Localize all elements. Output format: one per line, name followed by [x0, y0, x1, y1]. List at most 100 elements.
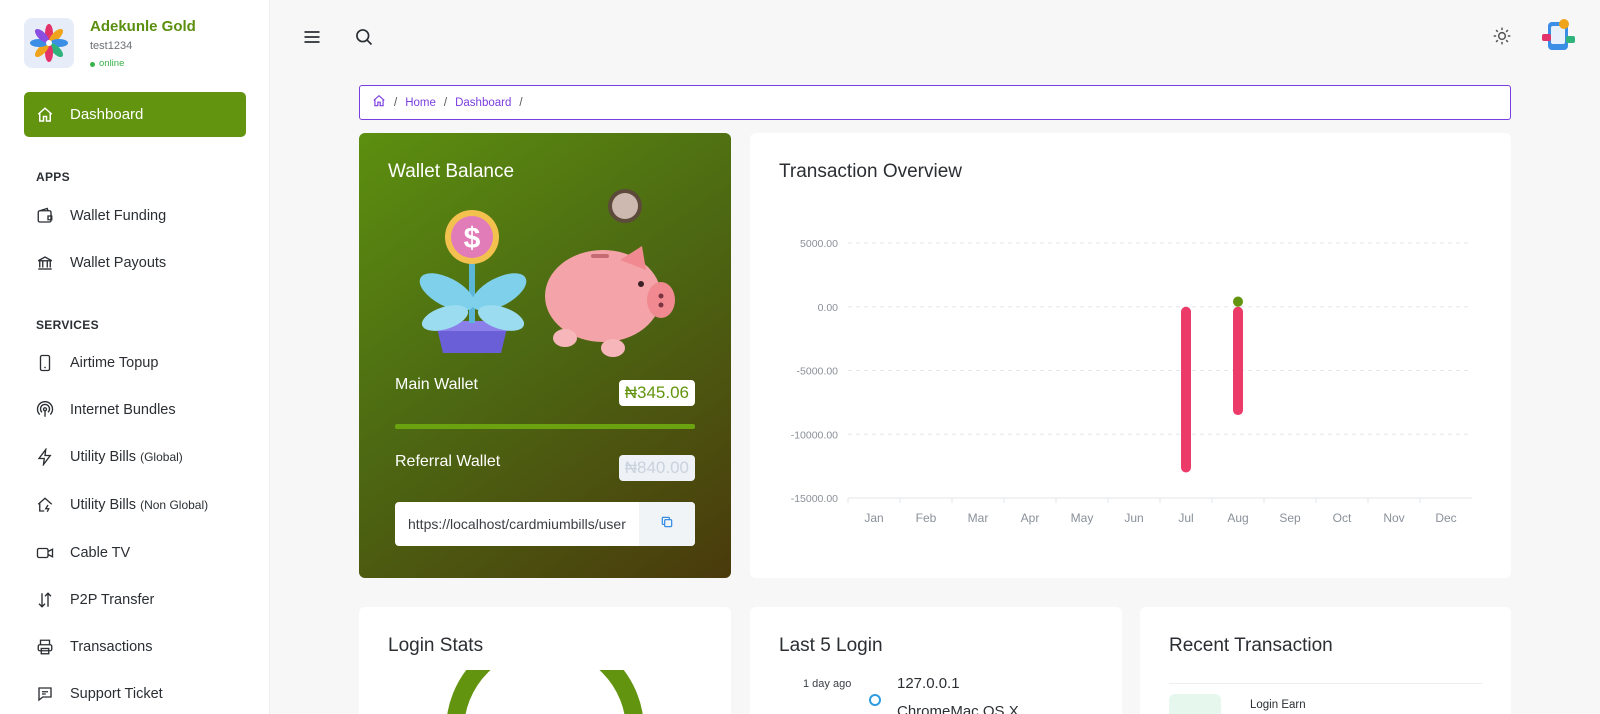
menu-toggle-icon[interactable] — [300, 25, 324, 49]
x-tick-label: May — [1071, 511, 1094, 525]
sidebar-item-label: Utility Bills (Global) — [70, 449, 183, 465]
flower-logo-icon — [30, 24, 68, 62]
sidebar-item-label: Cable TV — [70, 545, 131, 561]
profile-name: Adekunle Gold — [90, 18, 196, 35]
x-tick-label: Oct — [1333, 511, 1352, 525]
sidebar-item-label: Wallet Payouts — [70, 255, 167, 271]
wallet-title: Wallet Balance — [388, 161, 515, 182]
recent-transaction-card: Recent Transaction Login Earn — [1140, 607, 1511, 714]
login-ip: 127.0.0.1 — [897, 675, 960, 692]
sidebar-item-label: Internet Bundles — [70, 402, 176, 418]
sidebar-item-label: Utility Bills (Non Global) — [70, 497, 209, 513]
x-tick-label: Jul — [1178, 511, 1193, 525]
transaction-icon — [1169, 694, 1221, 714]
x-tick-label: Dec — [1435, 511, 1456, 525]
sidebar-item-support-ticket[interactable]: Support Ticket — [24, 675, 246, 713]
y-tick-label: -15000.00 — [791, 493, 838, 505]
sidebar-item-label: P2P Transfer — [70, 592, 155, 608]
chart-bar — [1233, 306, 1243, 416]
last-login-card: Last 5 Login 1 day ago 127.0.0.1 ChromeM… — [750, 607, 1122, 714]
wallet-icon — [36, 207, 54, 225]
sidebar-item-wallet-funding[interactable]: Wallet Funding — [24, 197, 246, 235]
chart-bar — [1233, 296, 1243, 307]
sidebar-item-utility-bills-non-global[interactable]: Utility Bills (Non Global) — [24, 486, 246, 524]
avatar[interactable] — [24, 18, 74, 68]
home-icon[interactable] — [372, 94, 386, 111]
x-tick-label: Feb — [916, 511, 937, 525]
chart-bar — [1181, 306, 1191, 473]
printer-icon — [36, 638, 54, 656]
search-icon[interactable] — [351, 24, 377, 50]
phone-icon — [36, 354, 54, 372]
home-bolt-icon — [36, 496, 54, 514]
status-badge: online — [90, 58, 196, 70]
x-tick-label: Mar — [968, 511, 989, 525]
avatar-illustration-icon — [1542, 19, 1575, 50]
user-avatar[interactable] — [1539, 15, 1579, 55]
svg-text:$: $ — [464, 222, 481, 255]
login-stats-donut — [447, 670, 643, 714]
sidebar-item-cable-tv[interactable]: Cable TV — [24, 534, 246, 572]
transaction-overview-card: Transaction Overview 5000.00 0.00 -5000.00… — [750, 133, 1511, 578]
login-device: ChromeMac OS X — [897, 703, 1019, 714]
video-icon — [36, 544, 54, 562]
sidebar-item-label: Wallet Funding — [70, 208, 167, 224]
breadcrumb: / Home / Dashboard / — [359, 85, 1511, 120]
sidebar-item-wallet-payouts[interactable]: Wallet Payouts — [24, 244, 246, 282]
home-icon — [36, 106, 54, 124]
transfer-arrows-icon — [36, 591, 54, 609]
y-tick-label: -10000.00 — [791, 429, 838, 441]
login-time: 1 day ago — [803, 678, 852, 690]
divider — [1169, 683, 1482, 684]
money-plant-piggy-bank-icon: $ — [419, 189, 675, 357]
bolt-icon — [36, 448, 54, 466]
user-profile: Adekunle Gold test1234 online — [24, 18, 196, 70]
bank-icon — [36, 254, 54, 272]
breadcrumb-home[interactable]: Home — [405, 97, 436, 109]
y-tick-label: -5000.00 — [797, 366, 839, 378]
copy-icon — [660, 515, 674, 534]
login-stats-card: Login Stats — [359, 607, 731, 714]
sidebar-item-label: Dashboard — [70, 106, 144, 123]
last-login-title: Last 5 Login — [779, 635, 883, 656]
sidebar-item-label: Airtime Topup — [70, 355, 159, 371]
x-tick-label: Sep — [1279, 511, 1301, 525]
sidebar-item-label: Support Ticket — [70, 686, 163, 702]
x-tick-label: Nov — [1383, 511, 1404, 525]
sidebar-item-transactions[interactable]: Transactions — [24, 628, 246, 666]
copy-link-button[interactable] — [639, 502, 695, 546]
status-dot-icon — [90, 61, 95, 67]
sidebar-item-p2p-transfer[interactable]: P2P Transfer — [24, 581, 246, 619]
theme-toggle-sun-icon[interactable] — [1489, 23, 1515, 49]
sidebar-item-internet-bundles[interactable]: Internet Bundles — [24, 391, 246, 429]
profile-username: test1234 — [90, 40, 133, 52]
section-title-services: SERVICES — [36, 318, 99, 332]
timeline-dot-icon — [869, 694, 881, 706]
x-tick-label: Jun — [1124, 511, 1143, 525]
recent-transaction-title: Recent Transaction — [1169, 635, 1333, 656]
main-wallet-label: Main Wallet — [395, 376, 478, 393]
breadcrumb-dashboard[interactable]: Dashboard — [455, 97, 511, 109]
main-wallet-amount: ₦345.06 — [618, 380, 695, 406]
sidebar: Adekunle Gold test1234 online Dashboard … — [0, 0, 270, 714]
sidebar-item-label: Transactions — [70, 639, 153, 655]
sidebar-item-dashboard[interactable]: Dashboard — [24, 92, 246, 137]
x-tick-label: Aug — [1227, 511, 1248, 525]
sidebar-item-airtime-topup[interactable]: Airtime Topup — [24, 344, 246, 382]
referral-link-field[interactable]: https://localhost/cardmiumbills/user — [395, 502, 695, 546]
transaction-label: Login Earn — [1250, 699, 1306, 711]
referral-link-text[interactable]: https://localhost/cardmiumbills/user — [395, 516, 639, 532]
referral-wallet-label: Referral Wallet — [395, 453, 501, 470]
sidebar-item-utility-bills-global[interactable]: Utility Bills (Global) — [24, 438, 246, 476]
chat-icon — [36, 685, 54, 703]
login-stats-title: Login Stats — [388, 635, 484, 656]
broadcast-icon — [36, 401, 54, 419]
y-tick-label: 0.00 — [818, 302, 839, 314]
wallet-balance-card: Wallet Balance $ Main Wallet ₦345.06 Ref… — [359, 133, 731, 578]
wallet-divider — [395, 424, 695, 429]
transaction-chart: 5000.00 0.00 -5000.00 -10000.00 -15000.00 Jan… — [791, 238, 1472, 525]
referral-wallet-amount: ₦840.00 — [618, 455, 695, 481]
x-tick-label: Apr — [1021, 511, 1040, 525]
section-title-apps: APPS — [36, 170, 70, 184]
x-tick-label: Jan — [864, 511, 883, 525]
